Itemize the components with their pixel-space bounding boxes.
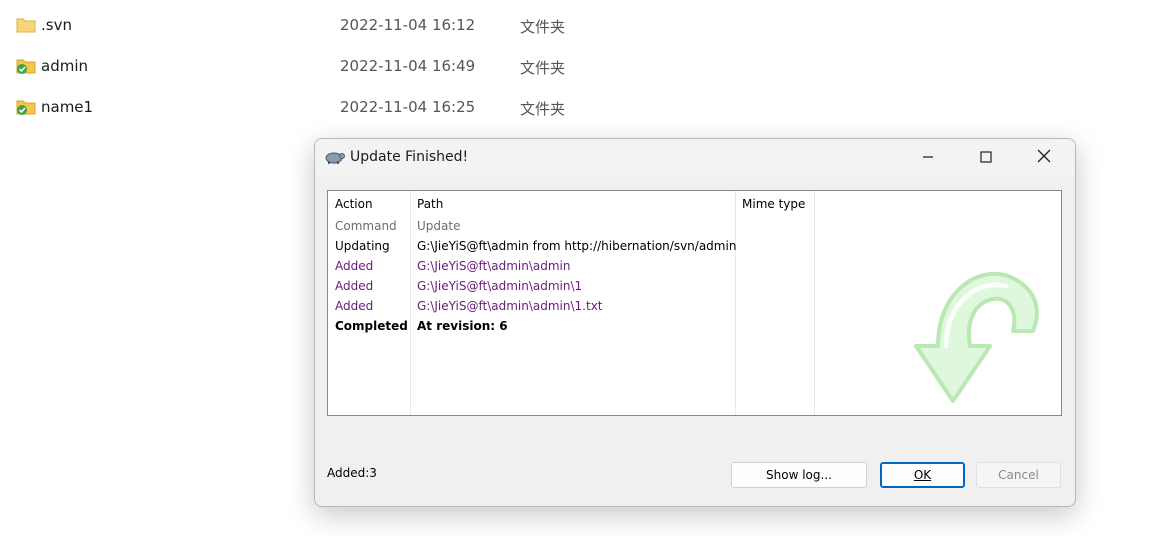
action-cell: Command bbox=[335, 219, 397, 233]
file-type: 文件夹 bbox=[520, 100, 566, 118]
file-name: .svn bbox=[41, 16, 72, 34]
action-cell: Completed bbox=[335, 319, 408, 333]
file-type: 文件夹 bbox=[520, 59, 566, 77]
path-cell: At revision: 6 bbox=[417, 319, 508, 333]
list-item[interactable]: Completed At revision: 6 bbox=[328, 316, 738, 336]
path-cell: G:\JieYiS@ft\admin\admin bbox=[417, 259, 571, 273]
action-cell: Updating bbox=[335, 239, 390, 253]
list-item[interactable]: Added G:\JieYiS@ft\admin\admin\1.txt bbox=[328, 296, 738, 316]
update-finished-dialog: Update Finished! Action Path Mime type C… bbox=[314, 138, 1076, 507]
cancel-button[interactable]: Cancel bbox=[976, 462, 1061, 488]
path-cell: G:\JieYiS@ft\admin from http://hibernati… bbox=[417, 239, 737, 253]
column-header-path[interactable]: Path bbox=[410, 191, 735, 217]
folder-icon bbox=[16, 17, 36, 33]
action-cell: Added bbox=[335, 299, 374, 313]
close-icon bbox=[1037, 148, 1051, 167]
status-summary: Added:3 bbox=[327, 466, 377, 480]
file-row-name1[interactable]: name1 2022-11-04 16:25 文件夹 bbox=[16, 96, 616, 120]
close-button[interactable] bbox=[1021, 139, 1067, 175]
show-log-button[interactable]: Show log... bbox=[731, 462, 867, 488]
maximize-icon bbox=[980, 148, 992, 167]
update-arrow-icon bbox=[898, 251, 1048, 411]
tortoise-icon bbox=[324, 148, 346, 166]
file-row-svn[interactable]: .svn 2022-11-04 16:12 文件夹 bbox=[16, 14, 616, 38]
path-cell: G:\JieYiS@ft\admin\admin\1.txt bbox=[417, 299, 603, 313]
column-divider[interactable] bbox=[814, 191, 815, 415]
list-item[interactable]: Command Update bbox=[328, 216, 738, 236]
path-cell: G:\JieYiS@ft\admin\admin\1 bbox=[417, 279, 583, 293]
list-item[interactable]: Updating G:\JieYiS@ft\admin from http://… bbox=[328, 236, 738, 256]
update-results-list[interactable]: Action Path Mime type Command Update Upd… bbox=[327, 190, 1062, 416]
file-name: admin bbox=[41, 57, 88, 75]
svn-folder-ok-icon bbox=[16, 99, 36, 115]
maximize-button[interactable] bbox=[963, 139, 1009, 175]
file-row-admin[interactable]: admin 2022-11-04 16:49 文件夹 bbox=[16, 55, 616, 79]
dialog-title: Update Finished! bbox=[350, 149, 469, 165]
file-date: 2022-11-04 16:25 bbox=[340, 98, 476, 116]
list-item[interactable]: Added G:\JieYiS@ft\admin\admin\1 bbox=[328, 276, 738, 296]
list-item[interactable]: Added G:\JieYiS@ft\admin\admin bbox=[328, 256, 738, 276]
file-date: 2022-11-04 16:12 bbox=[340, 16, 476, 34]
column-header-mime-type[interactable]: Mime type bbox=[735, 191, 815, 217]
file-name: name1 bbox=[41, 98, 94, 116]
ok-button[interactable]: OK bbox=[880, 462, 965, 488]
ok-button-label: OK bbox=[913, 468, 932, 482]
file-date: 2022-11-04 16:49 bbox=[340, 57, 476, 75]
title-bar[interactable]: Update Finished! bbox=[315, 139, 1075, 175]
action-cell: Added bbox=[335, 279, 374, 293]
action-cell: Added bbox=[335, 259, 374, 273]
column-header-action[interactable]: Action bbox=[328, 191, 410, 217]
minimize-button[interactable] bbox=[905, 139, 951, 175]
file-type: 文件夹 bbox=[520, 18, 566, 36]
svn-folder-ok-icon bbox=[16, 58, 36, 74]
path-cell: Update bbox=[417, 219, 461, 233]
minimize-icon bbox=[922, 148, 934, 167]
